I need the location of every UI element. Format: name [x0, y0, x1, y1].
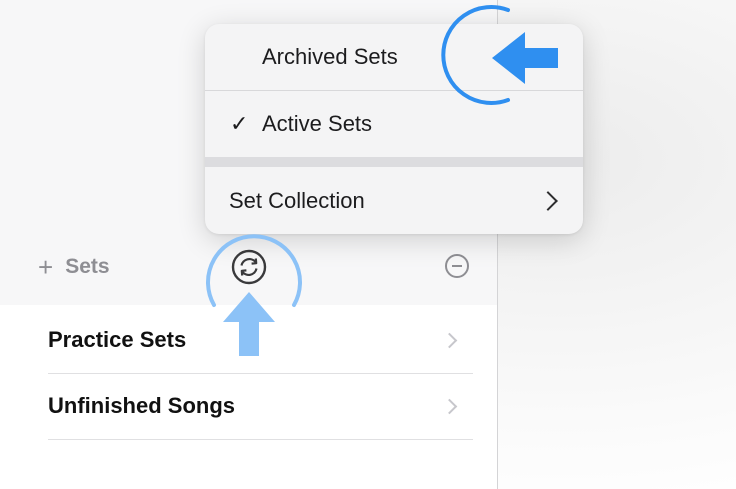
checkmark-icon: ✓	[230, 111, 249, 136]
menu-item-active-sets[interactable]: ✓ Active Sets	[205, 91, 583, 157]
list-item-label: Unfinished Songs	[48, 393, 235, 418]
chevron-right-icon	[538, 190, 558, 211]
chevron-right-icon	[441, 398, 458, 414]
chevron-right-icon	[441, 332, 458, 348]
menu-item-set-collection[interactable]: Set Collection	[205, 167, 583, 234]
remove-set-button[interactable]	[444, 253, 470, 279]
list-item-label: Practice Sets	[48, 327, 187, 352]
menu-item-label: Active Sets	[262, 111, 373, 136]
list-item-unfinished-songs[interactable]: Unfinished Songs	[48, 375, 473, 437]
plus-icon: +	[38, 252, 54, 282]
set-filter-menu: Archived Sets ✓ Active Sets Set Collecti…	[205, 24, 583, 234]
minus-circle-icon	[445, 254, 469, 278]
set-filter-button[interactable]	[230, 248, 268, 286]
menu-item-label: Set Collection	[229, 187, 365, 213]
menu-item-archived-sets[interactable]: Archived Sets	[205, 24, 583, 90]
add-set-button[interactable]: + Sets	[38, 252, 110, 282]
menu-item-label: Archived Sets	[262, 44, 398, 69]
list-divider	[48, 439, 473, 440]
add-set-label: Sets	[65, 255, 110, 278]
sync-icon	[231, 249, 267, 285]
list-divider	[48, 373, 473, 374]
list-item-practice-sets[interactable]: Practice Sets	[48, 310, 473, 370]
menu-section-divider	[205, 157, 583, 167]
